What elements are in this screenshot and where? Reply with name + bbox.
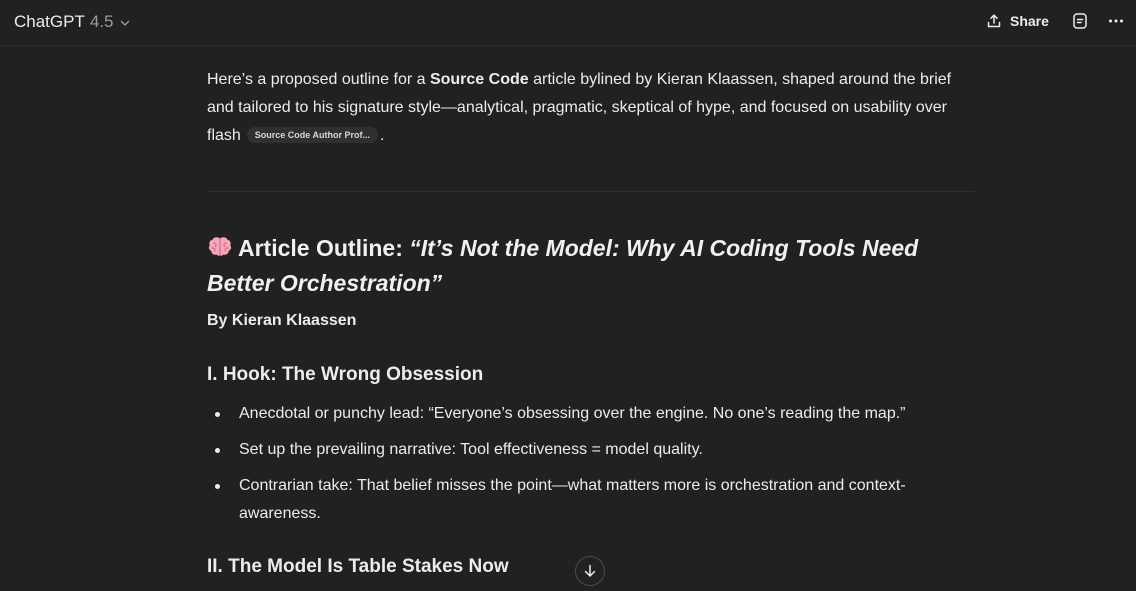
list-item: Contrarian take: That belief misses the … [207,472,939,528]
section-1-bullets: Anecdotal or punchy lead: “Everyone’s ob… [207,400,975,536]
top-bar: ChatGPT 4.5 Share [0,0,1136,46]
model-version: 4.5 [89,12,114,31]
bullet-dot [215,448,220,453]
document-button[interactable] [1071,12,1089,30]
intro-bold-text: Source Code [429,71,529,88]
list-item: Set up the prevailing narrative: Tool ef… [207,436,939,464]
bullet-text: Anecdotal or punchy lead: “Everyone’s ob… [239,405,906,422]
model-name: ChatGPT [14,12,85,31]
document-icon [1073,13,1087,29]
bullet-dot [215,484,220,489]
assistant-message: Here’s a proposed outline for a Source C… [207,66,975,577]
section-heading-2: II. The Model Is Table Stakes Now [207,556,509,577]
section-heading-1: I. Hook: The Wrong Obsession [207,364,484,385]
scroll-to-bottom-button[interactable] [575,556,605,586]
title-prefix: Article Outline: [238,235,410,261]
list-item: Anecdotal or punchy lead: “Everyone’s ob… [207,400,939,428]
share-label: Share [1010,13,1049,29]
more-options-button[interactable] [1107,12,1125,30]
chevron-down-icon [119,17,131,29]
intro-period: . [379,127,385,144]
brain-icon [207,235,233,267]
arrow-down-icon [584,564,596,577]
divider [207,191,975,192]
bullet-dot [215,412,220,417]
article-title: Article Outline: “It’s Not the Model: Wh… [207,232,975,299]
more-icon [1109,19,1123,23]
intro-text-1: Here’s a proposed outline for a [207,71,430,88]
byline: By Kieran Klaassen [207,312,357,329]
model-switcher[interactable]: ChatGPT 4.5 [14,10,131,34]
bullet-text: Contrarian take: That belief misses the … [239,477,906,522]
bullet-text: Set up the prevailing narrative: Tool ef… [239,441,703,458]
share-icon [987,14,1001,28]
intro-paragraph: Here’s a proposed outline for a Source C… [207,66,975,150]
share-button[interactable]: Share [986,10,1049,32]
citation-chip[interactable]: Source Code Author Prof... [246,127,378,143]
